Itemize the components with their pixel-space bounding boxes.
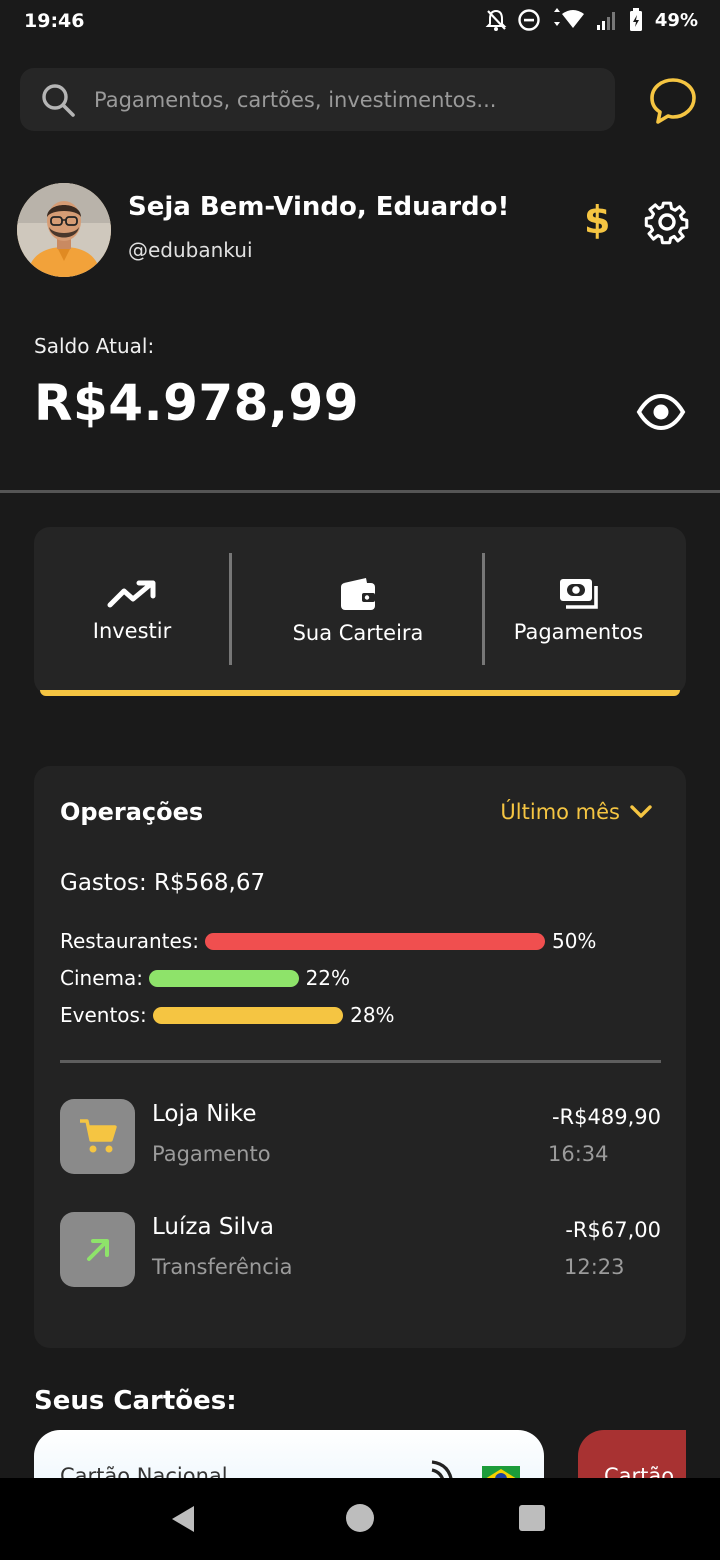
dollar-icon[interactable]: $	[584, 198, 610, 242]
battery-percent: 49%	[654, 9, 698, 31]
category-bar	[152, 1006, 344, 1024]
cart-icon	[79, 1118, 117, 1152]
operations-title: Operações	[60, 798, 204, 826]
transaction-time: 12:23	[564, 1255, 625, 1279]
battery-icon	[629, 8, 642, 31]
transaction-time: 16:34	[548, 1142, 609, 1166]
payments-label: Pagamentos	[513, 620, 644, 644]
wifi-icon	[553, 8, 584, 28]
period-label: Último mês	[500, 800, 620, 824]
wallet-label: Sua Carteira	[292, 621, 424, 645]
trending-up-icon	[107, 580, 156, 608]
transaction-amount: -R$67,00	[565, 1218, 661, 1242]
status-icons: 49%	[485, 8, 698, 32]
category-row: Restaurantes: 50%	[60, 926, 596, 956]
home-icon[interactable]	[346, 1504, 374, 1532]
notifications-off-icon	[485, 9, 507, 31]
operations-card: Operações Último mês Gastos: R$568,67 Re…	[34, 766, 686, 1348]
gear-icon[interactable]	[644, 199, 690, 245]
cards-title: Seus Cartões:	[34, 1386, 237, 1416]
do-not-disturb-icon	[518, 9, 540, 31]
chevron-down-icon	[630, 805, 652, 818]
invest-label: Investir	[92, 619, 172, 643]
welcome-title: Seja Bem-Vindo, Eduardo!	[128, 192, 510, 222]
transaction-icon-box	[60, 1099, 135, 1174]
transaction-name: Luíza Silva	[152, 1214, 274, 1240]
category-row: Cinema: 22%	[60, 963, 350, 993]
transaction-icon-box	[60, 1212, 135, 1287]
category-percent: 50%	[551, 929, 597, 953]
period-selector[interactable]: Último mês	[500, 800, 652, 824]
category-bar	[148, 969, 299, 987]
search-bar[interactable]	[20, 68, 615, 131]
balance-label: Saldo Atual:	[34, 334, 155, 358]
spent-total: Gastos: R$568,67	[60, 870, 266, 896]
quick-actions-card: Investir Sua Carteira Pagamentos	[34, 527, 686, 695]
signal-icon	[596, 12, 615, 30]
back-icon[interactable]	[170, 1505, 196, 1533]
category-label: Restaurantes:	[60, 929, 199, 953]
invest-button[interactable]: Investir	[34, 527, 230, 695]
category-row: Eventos: 28%	[60, 1000, 395, 1030]
system-nav-bar	[0, 1478, 720, 1560]
avatar-image	[17, 183, 111, 277]
actions-underline	[40, 690, 680, 696]
balance-divider	[0, 490, 720, 493]
balance-value: R$4.978,99	[34, 374, 360, 432]
payments-button[interactable]: Pagamentos	[485, 527, 672, 695]
category-percent: 22%	[305, 966, 351, 990]
transaction-row[interactable]: Luíza Silva Transferência -R$67,00 12:23	[60, 1212, 661, 1292]
payments-icon	[559, 579, 598, 609]
transaction-type: Transferência	[152, 1255, 293, 1279]
wallet-icon	[341, 578, 375, 610]
category-label: Cinema:	[60, 966, 143, 990]
category-label: Eventos:	[60, 1003, 147, 1027]
status-time: 19:46	[24, 10, 85, 32]
chat-icon[interactable]	[648, 76, 698, 126]
transaction-type: Pagamento	[152, 1142, 271, 1166]
search-icon	[42, 84, 75, 117]
arrow-up-right-icon	[86, 1238, 109, 1261]
transaction-amount: -R$489,90	[551, 1105, 661, 1129]
category-percent: 28%	[350, 1003, 395, 1027]
status-bar: 19:46 49%	[0, 0, 720, 44]
avatar[interactable]	[17, 183, 111, 277]
wallet-button[interactable]: Sua Carteira	[232, 527, 484, 695]
eye-icon[interactable]	[636, 393, 686, 431]
category-bar	[204, 932, 545, 950]
transaction-row[interactable]: Loja Nike Pagamento -R$489,90 16:34	[60, 1099, 661, 1179]
operations-divider	[60, 1060, 661, 1063]
search-input[interactable]	[94, 68, 594, 131]
transaction-name: Loja Nike	[152, 1101, 257, 1127]
recents-icon[interactable]	[519, 1505, 545, 1531]
username: @edubankui	[128, 238, 253, 262]
